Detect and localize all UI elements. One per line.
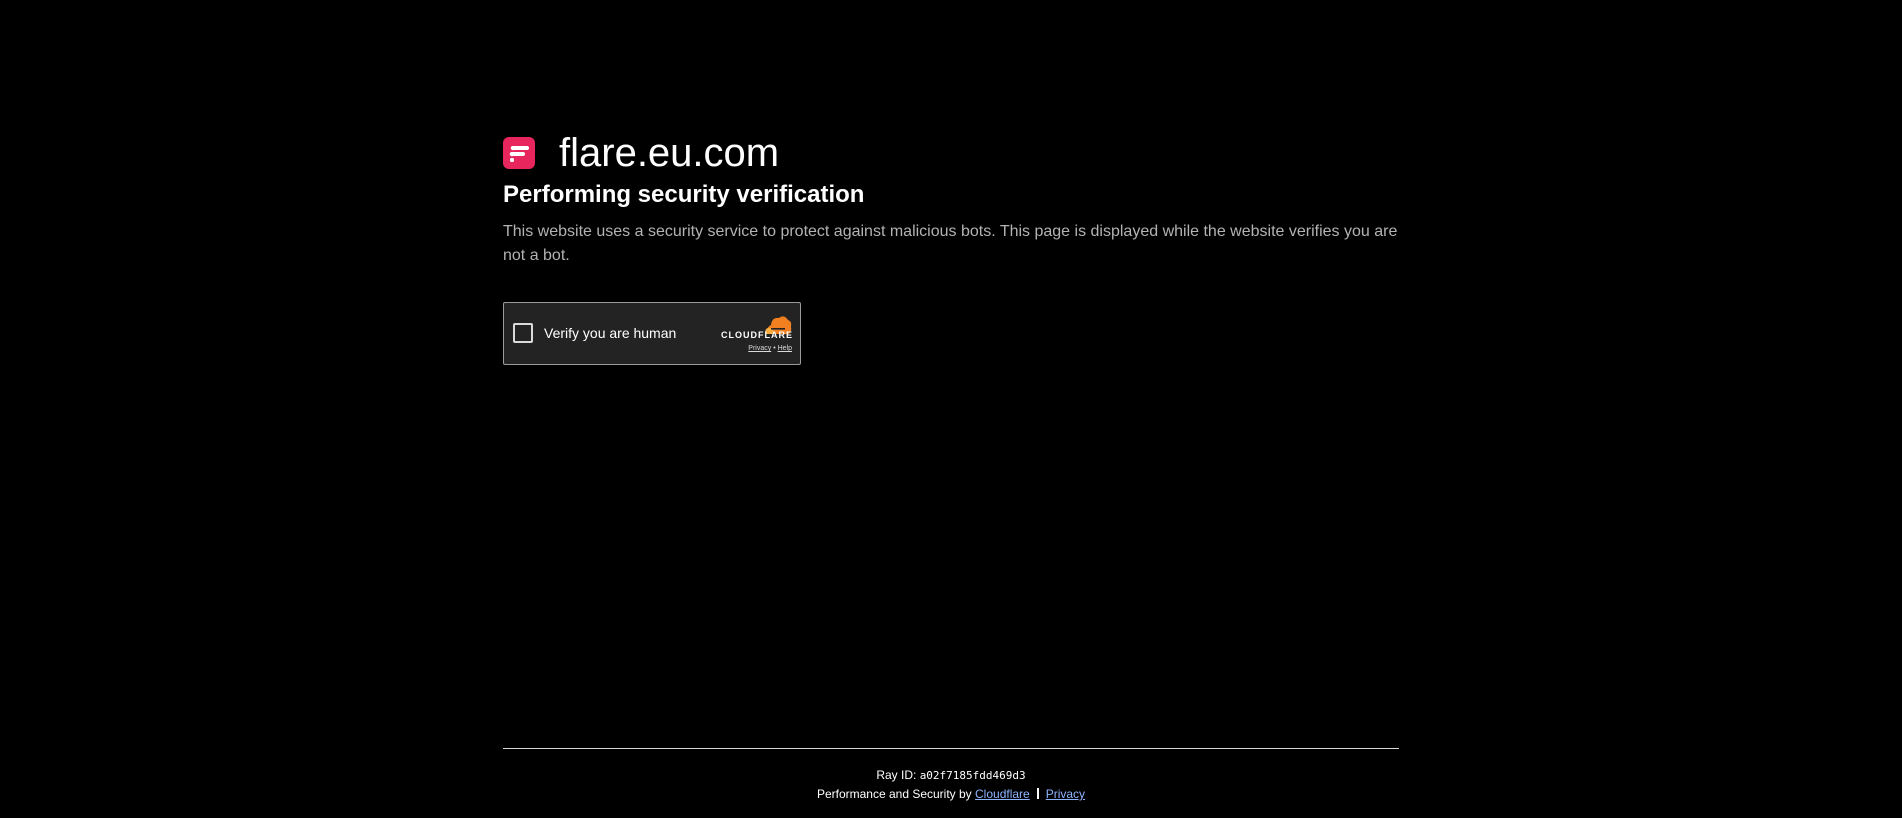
main-content: flare.eu.com Performing security verific… [503, 130, 1400, 365]
ray-id-value: a02f7185fdd469d3 [919, 769, 1026, 782]
ray-id-label: Ray ID: [876, 768, 920, 782]
cloudflare-link[interactable]: Cloudflare [975, 787, 1030, 801]
performance-row: Performance and Security by Cloudflare Pr… [503, 785, 1399, 804]
page-heading: Performing security verification [503, 181, 865, 208]
site-header: flare.eu.com [503, 130, 1400, 176]
challenge-page: flare.eu.com Performing security verific… [0, 0, 1902, 818]
footer-privacy-link[interactable]: Privacy [1046, 787, 1085, 801]
turnstile-widget: Verify you are human CLOUDFLARE Privacy … [503, 302, 801, 365]
widget-link-separator: • [773, 345, 776, 352]
flare-logo-icon [503, 137, 535, 169]
page-description: This website uses a security service to … [503, 223, 1398, 264]
widget-help-link[interactable]: Help [778, 345, 792, 352]
verify-checkbox[interactable] [513, 323, 533, 343]
site-name: flare.eu.com [559, 131, 780, 175]
verify-label[interactable]: Verify you are human [544, 324, 676, 342]
footer-separator [1036, 788, 1039, 799]
footer-divider [503, 748, 1399, 749]
cloudflare-wordmark: CLOUDFLARE [721, 330, 793, 340]
widget-privacy-link[interactable]: Privacy [748, 345, 771, 352]
ray-id-row: Ray ID: a02f7185fdd469d3 [503, 766, 1399, 785]
footer: Ray ID: a02f7185fdd469d3 Performance and… [503, 766, 1399, 804]
performance-text: Performance and Security by [816, 787, 976, 801]
widget-links: Privacy • Help [748, 345, 792, 353]
